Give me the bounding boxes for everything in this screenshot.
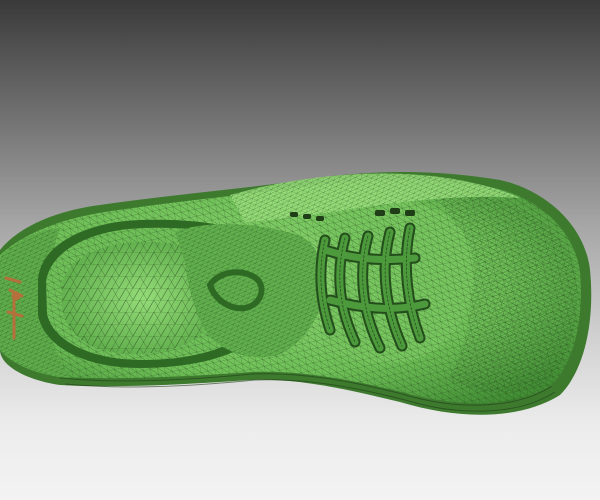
- shoe-mesh-render: [0, 171, 592, 415]
- 3d-viewport[interactable]: [0, 0, 600, 500]
